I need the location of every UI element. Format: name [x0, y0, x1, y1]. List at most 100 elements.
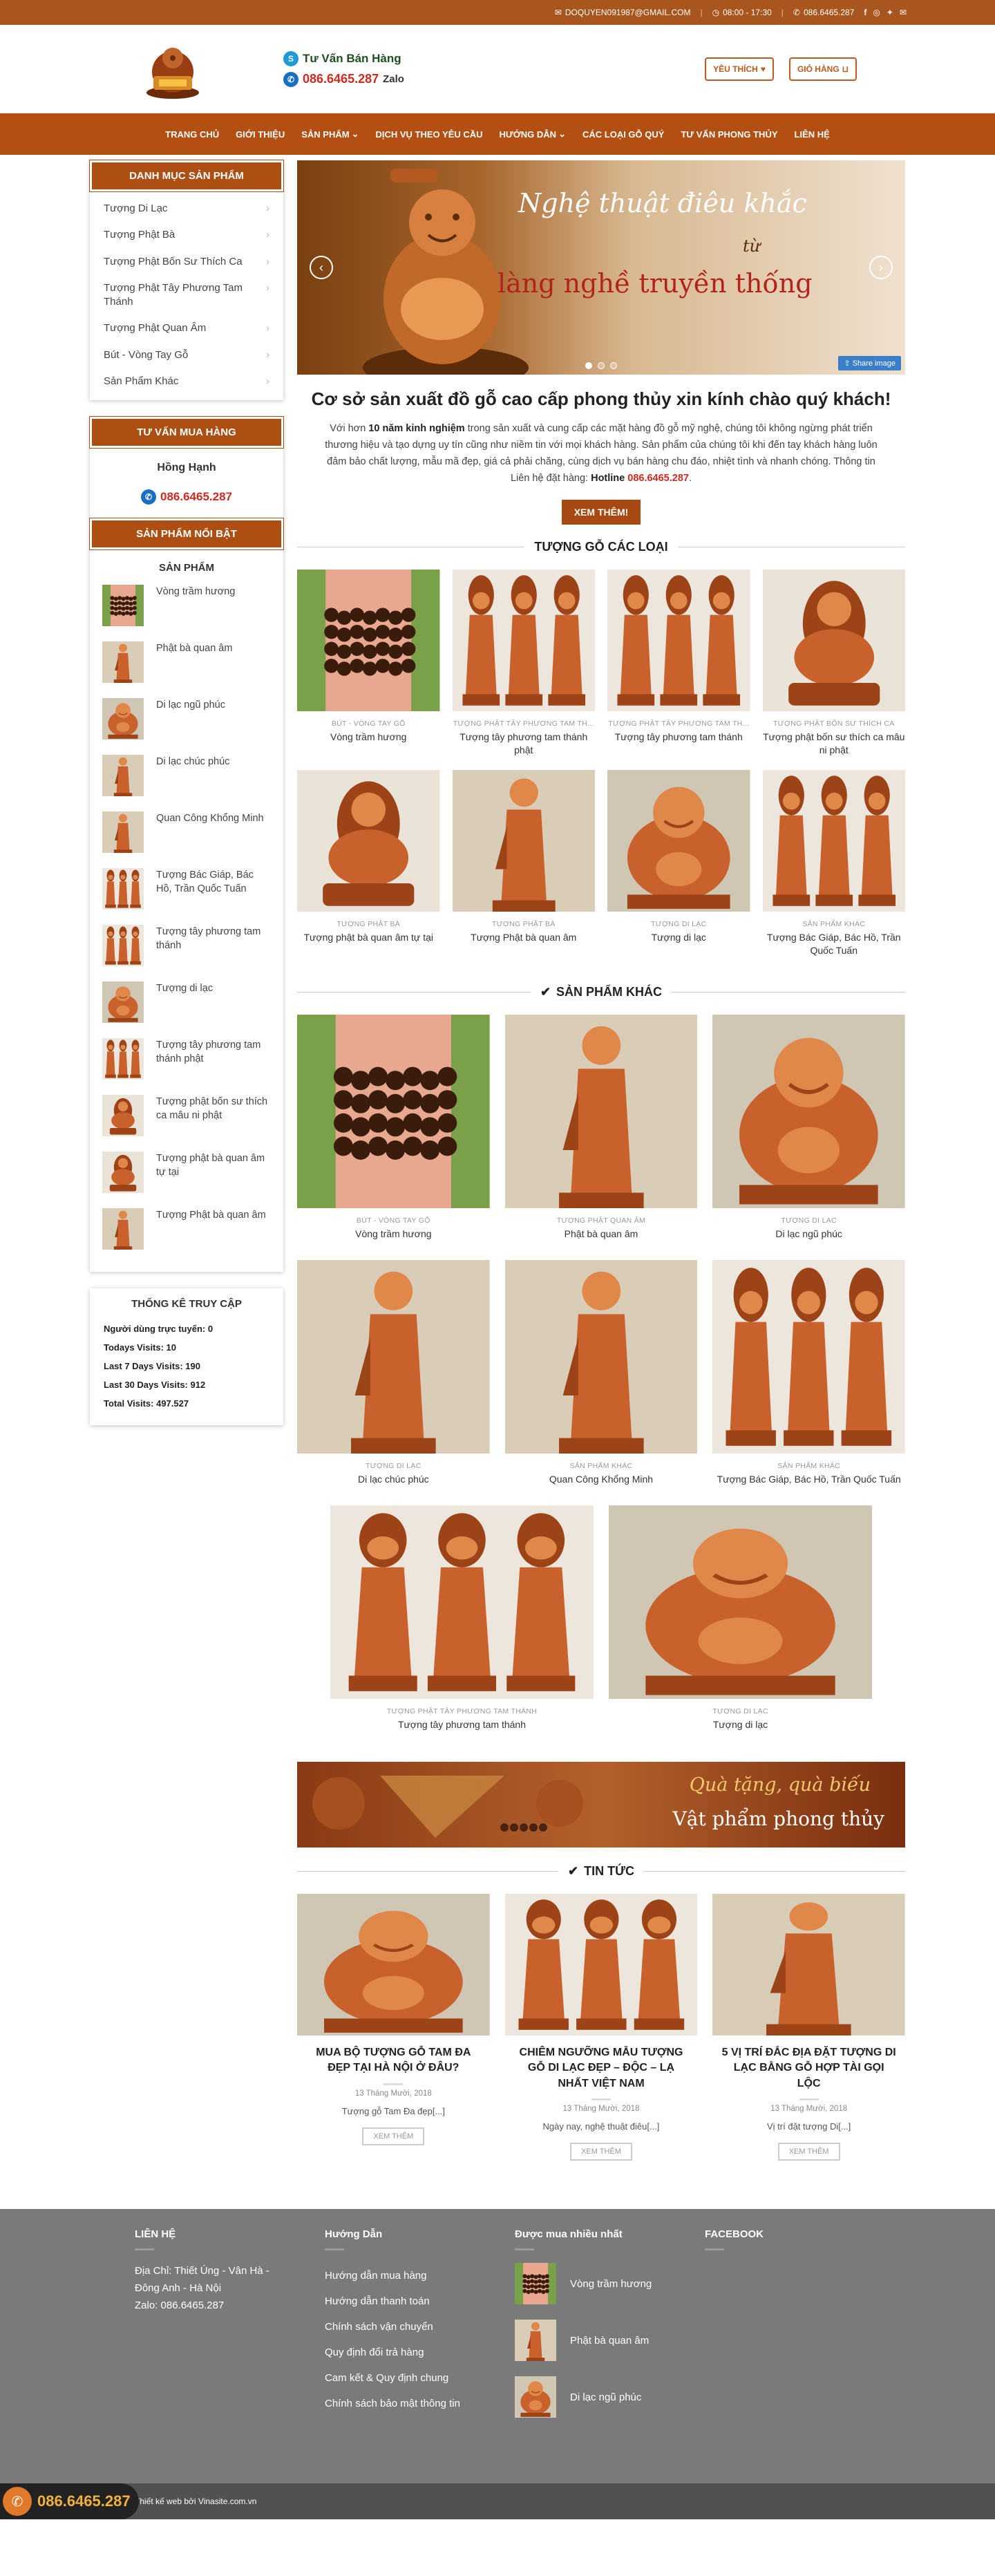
product-image-wrap[interactable] [762, 569, 905, 711]
product-category[interactable]: TƯỢNG PHẬT TÂY PHƯƠNG TAM TH... [453, 720, 596, 728]
nav-item[interactable]: DỊCH VỤ THEO YÊU CẦU [367, 129, 491, 140]
product-thumbnail[interactable] [102, 1151, 144, 1193]
product-card[interactable]: TƯỢNG DI LẠC Di lạc chúc phúc [297, 1260, 490, 1486]
product-name[interactable]: Tượng phật bà quan âm tự tại [156, 1151, 271, 1180]
product-name[interactable]: Di lạc ngũ phúc [712, 1228, 905, 1241]
nav-item[interactable]: GIỚI THIỆU [227, 129, 293, 140]
product-thumbnail[interactable] [102, 585, 144, 626]
featured-product[interactable]: Phật bà quan âm [102, 641, 271, 683]
category-item[interactable]: Tượng Phật Bốn Sư Thích Ca › [104, 249, 269, 275]
product-thumbnail[interactable] [102, 641, 144, 683]
featured-product[interactable]: Tượng phật bốn sư thích ca mâu ni phật [102, 1095, 271, 1136]
product-name[interactable]: Tượng tây phương tam thánh [156, 925, 271, 953]
phone-contact[interactable]: ✆ 086.6465.287 [793, 8, 854, 17]
product-thumbnail[interactable] [102, 981, 144, 1023]
featured-product[interactable]: Tượng tây phương tam thánh phật [102, 1038, 271, 1080]
featured-product[interactable]: Tượng di lạc [102, 981, 271, 1023]
footer-guide-link[interactable]: Cam kết & Quy định chung [325, 2365, 480, 2391]
news-title[interactable]: CHIÊM NGƯỠNG MẪU TƯỢNG GỖ DI LẠC ĐẸP – Đ… [505, 2045, 698, 2091]
gift-banner[interactable]: Quà tặng, quà biếu Vật phẩm phong thủy [297, 1761, 905, 1848]
category-item[interactable]: Tượng Phật Tây Phương Tam Thánh › [104, 275, 269, 316]
product-image-wrap[interactable] [452, 569, 595, 711]
category-item[interactable]: Tượng Phật Bà › [104, 222, 269, 248]
product-card[interactable]: TƯỢNG PHẬT BÀ Tượng Phật bà quan âm [452, 770, 595, 957]
product-card[interactable]: TƯỢNG DI LẠC Tượng di lạc [607, 770, 750, 957]
product-thumbnail[interactable] [515, 2376, 556, 2418]
product-name[interactable]: Di lạc chúc phúc [156, 755, 229, 769]
news-image[interactable] [504, 1893, 698, 2036]
footer-popular-item[interactable]: Vòng trầm hương [515, 2263, 670, 2305]
logo[interactable] [135, 37, 211, 101]
product-thumbnail[interactable] [102, 925, 144, 966]
product-category[interactable]: TƯỢNG PHẬT BÀ [297, 920, 440, 928]
product-name[interactable]: Tượng Bác Giáp, Bác Hồ, Trần Quốc Tuấn [763, 931, 906, 957]
product-thumbnail[interactable] [102, 698, 144, 740]
call-now-button[interactable]: ✆ 086.6465.287 [0, 2483, 139, 2520]
slider-dot[interactable] [585, 362, 592, 369]
product-card[interactable]: SẢN PHẨM KHÁC Quan Công Khổng Minh [504, 1260, 698, 1486]
product-name[interactable]: Tượng Bác Giáp, Bác Hồ, Trần Quốc Tuấn [156, 868, 271, 896]
product-image-wrap[interactable] [607, 569, 750, 711]
nav-item[interactable]: TƯ VẤN PHONG THỦY [672, 129, 786, 140]
news-read-more-button[interactable]: XEM THÊM [777, 2143, 840, 2161]
featured-product[interactable]: Tượng Phật bà quan âm [102, 1208, 271, 1250]
news-image[interactable] [297, 1893, 490, 2036]
product-card[interactable]: TƯỢNG PHẬT TÂY PHƯƠNG TAM TH... Tượng tây… [607, 569, 750, 757]
product-name[interactable]: Vòng trầm hương [297, 1228, 490, 1241]
product-image-wrap[interactable] [297, 1015, 490, 1209]
product-card[interactable]: TƯỢNG DI LẠC Di lạc ngũ phúc [712, 1015, 905, 1241]
product-thumbnail[interactable] [102, 868, 144, 910]
footer-popular-item[interactable]: Phật bà quan âm [515, 2320, 670, 2362]
slider-dot[interactable] [610, 362, 617, 369]
product-image-wrap[interactable] [504, 1015, 698, 1209]
featured-product[interactable]: Tượng phật bà quan âm tự tại [102, 1151, 271, 1193]
slider-next-button[interactable]: › [869, 256, 893, 279]
product-category[interactable]: SẢN PHẨM KHÁC [712, 1462, 905, 1470]
product-category[interactable]: TƯỢNG DI LẠC [297, 1462, 490, 1470]
product-card[interactable]: TƯỢNG PHẬT TÂY PHƯƠNG TAM THÁNH Tượng tây… [330, 1505, 594, 1731]
product-thumbnail[interactable] [102, 1095, 144, 1136]
product-image-wrap[interactable] [762, 770, 905, 912]
product-image-wrap[interactable] [712, 1015, 905, 1209]
category-item[interactable]: Tượng Phật Quan Âm › [104, 315, 269, 341]
product-card[interactable]: TƯỢNG PHẬT BÀ Tượng phật bà quan âm tự tạ… [297, 770, 440, 957]
share-image-button[interactable]: ⇪ Share image [838, 356, 901, 370]
product-card[interactable]: TƯỢNG PHẬT QUAN ÂM Phật bà quan âm [504, 1015, 698, 1241]
product-name[interactable]: Tượng tây phương tam thánh [607, 731, 750, 744]
news-image[interactable] [712, 1893, 905, 2036]
featured-product[interactable]: Di lạc chúc phúc [102, 755, 271, 796]
footer-guide-link[interactable]: Hướng dẫn mua hàng [325, 2263, 480, 2288]
featured-product[interactable]: Di lạc ngũ phúc [102, 698, 271, 740]
product-name[interactable]: Tượng tây phương tam thánh phật [453, 731, 596, 757]
footer-credit[interactable]: Thiết kế web bởi Vinasite.com.vn [135, 2497, 256, 2506]
twitter-icon[interactable]: ✦ [887, 8, 893, 17]
category-item[interactable]: Bút - Vòng Tay Gỗ › [104, 342, 269, 368]
nav-item[interactable]: TRANG CHỦ [157, 129, 227, 140]
product-category[interactable]: BÚT - VÒNG TAY GỖ [297, 720, 440, 728]
product-image-wrap[interactable] [712, 1260, 905, 1454]
product-image-wrap[interactable] [504, 1260, 698, 1454]
nav-item[interactable]: LIÊN HỆ [786, 129, 838, 140]
product-thumbnail[interactable] [102, 1208, 144, 1250]
product-name[interactable]: Quan Công Khổng Minh [505, 1473, 698, 1486]
product-category[interactable]: TƯỢNG DI LẠC [607, 920, 750, 928]
product-card[interactable]: TƯỢNG PHẬT TÂY PHƯƠNG TAM TH... Tượng tây… [452, 569, 596, 757]
product-category[interactable]: SẢN PHẨM KHÁC [763, 920, 906, 928]
favorite-button[interactable]: YÊU THÍCH ♥ [705, 57, 774, 81]
product-category[interactable]: TƯỢNG PHẬT QUAN ÂM [505, 1216, 698, 1225]
product-image-wrap[interactable] [607, 770, 750, 912]
footer-guide-link[interactable]: Chính sách vận chuyển [325, 2314, 480, 2340]
category-item[interactable]: Sản Phẩm Khác › [104, 368, 269, 395]
product-name[interactable]: Vòng trầm hương [570, 2278, 652, 2290]
slider-dot[interactable] [598, 362, 605, 369]
featured-product[interactable]: Tượng Bác Giáp, Bác Hồ, Trần Quốc Tuấn [102, 868, 271, 910]
product-card[interactable]: SẢN PHẨM KHÁC Tượng Bác Giáp, Bác Hồ, Trầ… [762, 770, 906, 957]
product-name[interactable]: Phật bà quan âm [570, 2335, 649, 2347]
product-category[interactable]: TƯỢNG DI LẠC [712, 1216, 905, 1225]
email-contact[interactable]: ✉ DOQUYEN091987@GMAIL.COM [555, 8, 691, 17]
email-icon[interactable]: ✉ [900, 8, 907, 17]
product-name[interactable]: Tượng Phật bà quan âm [156, 1208, 266, 1222]
featured-product[interactable]: Quan Công Khổng Minh [102, 811, 271, 853]
product-image-wrap[interactable] [297, 1260, 490, 1454]
product-card[interactable]: BÚT - VÒNG TAY GỖ Vòng trầm hương [297, 569, 440, 757]
